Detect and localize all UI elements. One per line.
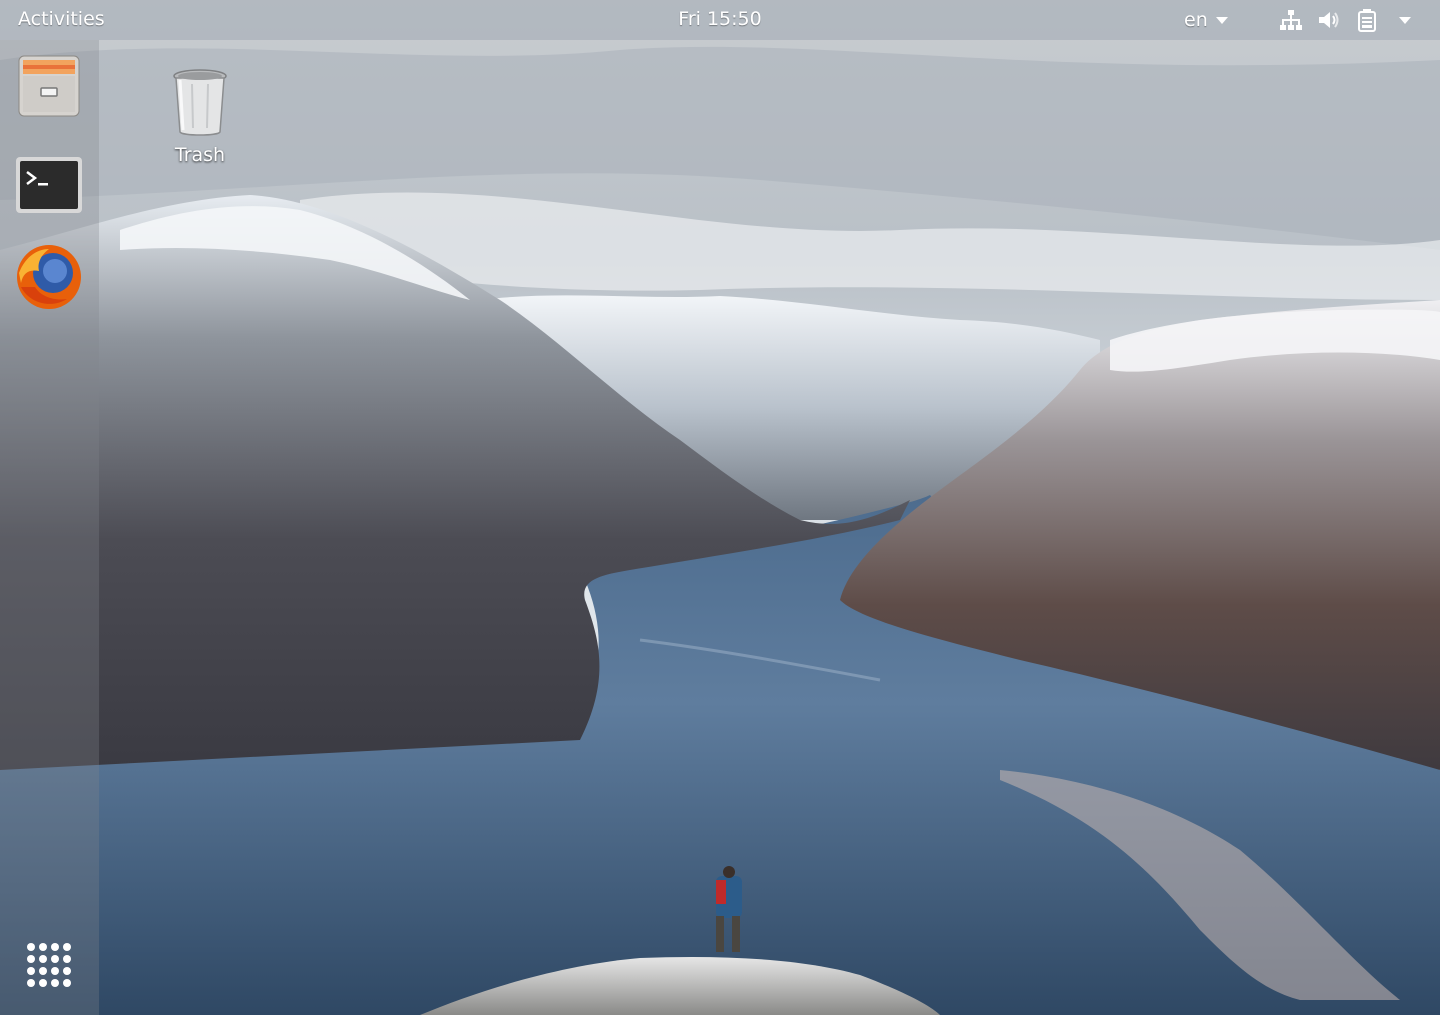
chevron-down-icon bbox=[1215, 16, 1228, 24]
battery-icon[interactable] bbox=[1354, 8, 1380, 32]
dock bbox=[0, 40, 99, 1015]
show-applications-button[interactable] bbox=[14, 930, 84, 1000]
dock-item-files[interactable] bbox=[14, 50, 84, 120]
firefox-icon bbox=[17, 245, 81, 309]
language-menu[interactable]: en bbox=[1184, 9, 1228, 31]
dock-item-firefox[interactable] bbox=[14, 242, 84, 312]
app-grid-icon bbox=[27, 943, 71, 987]
dock-item-terminal[interactable] bbox=[14, 150, 84, 220]
language-label: en bbox=[1184, 9, 1208, 31]
trash-icon bbox=[173, 69, 227, 136]
volume-icon[interactable] bbox=[1316, 8, 1342, 32]
terminal-icon bbox=[16, 157, 82, 213]
clock-button[interactable]: Fri 15:50 bbox=[678, 8, 761, 30]
system-menu-caret-icon[interactable] bbox=[1392, 8, 1418, 32]
file-cabinet-icon bbox=[18, 55, 80, 117]
system-tray[interactable] bbox=[1278, 8, 1418, 32]
network-icon[interactable] bbox=[1278, 8, 1304, 32]
desktop-icon-label: Trash bbox=[174, 144, 226, 166]
top-bar: Activities Fri 15:50 en bbox=[0, 0, 1440, 40]
activities-button[interactable]: Activities bbox=[18, 8, 105, 30]
desktop-icon-trash[interactable]: Trash bbox=[158, 66, 242, 166]
